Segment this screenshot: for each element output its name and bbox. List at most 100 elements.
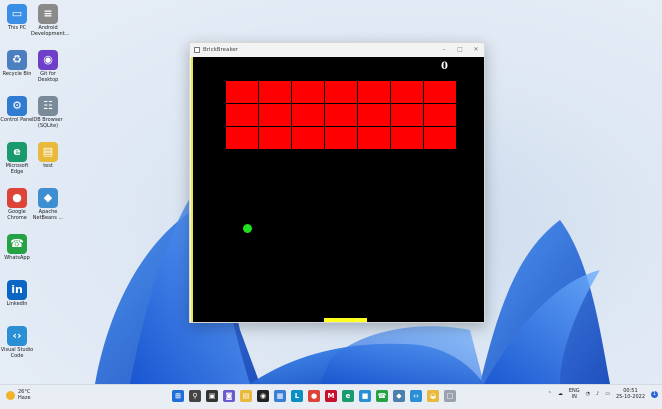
- desktop-icon-label: Apache NetBeans ...: [32, 209, 64, 221]
- taskbar: 26°C Haze ⊞ ⚲ ▣ ◙ ▤ ◉ ▦ L ● Me ■ ☎ ◆ ‹› ◒ □ ⌃ ☁ ENG IN …: [0, 384, 662, 409]
- taskbar-apps: ⊞ ⚲ ▣ ◙ ▤ ◉ ▦ L ● Me ■ ☎ ◆ ‹› ◒ □: [172, 390, 461, 402]
- desktop-icon-label: Control Panel: [0, 117, 34, 123]
- window-titlebar[interactable]: BrickBreaker – □ ✕: [190, 43, 484, 56]
- desktop-app-icon: ⚙: [7, 96, 27, 116]
- system-tray: ⌃ ☁ ENG IN ◔ ♪ ▭ 00:51 25-10-2022 1: [542, 388, 658, 401]
- desktop-icon[interactable]: in LinkedIn: [0, 280, 34, 308]
- desktop-icon-label: Git for Desktop: [37, 71, 59, 83]
- brick: [424, 81, 456, 103]
- desktop-icon[interactable]: ‹› Visual Studio Code: [0, 326, 34, 360]
- desktop-icon-label: Microsoft Edge: [5, 163, 29, 175]
- close-button[interactable]: ✕: [468, 46, 484, 53]
- brick: [259, 81, 291, 103]
- brick: [259, 104, 291, 126]
- brick: [292, 104, 324, 126]
- desktop-icon-label: Android Development...: [31, 25, 70, 37]
- weather-condition: Haze: [18, 395, 31, 401]
- search-icon[interactable]: ⚲: [189, 390, 201, 402]
- desktop-icon[interactable]: ◉ Git for Desktop: [31, 50, 65, 84]
- brick: [391, 104, 423, 126]
- wifi-icon[interactable]: ◔: [586, 391, 590, 397]
- desktop-app-icon: e: [7, 142, 27, 162]
- desktop-app-icon: ‹›: [7, 326, 27, 346]
- desktop-icon[interactable]: ≡ Android Development...: [31, 4, 70, 38]
- score-display: 0: [441, 61, 448, 72]
- desktop-icon-label: This PC: [7, 25, 27, 31]
- brick: [325, 81, 357, 103]
- language-indicator[interactable]: ENG IN: [569, 388, 580, 401]
- desktop-app-icon: ◆: [38, 188, 58, 208]
- desktop-icon-label: Recycle Bin: [2, 71, 32, 77]
- desktop-app-icon: ▭: [7, 4, 27, 24]
- desktop-app-icon: ☷: [38, 96, 58, 116]
- start-icon[interactable]: ⊞: [172, 390, 184, 402]
- volume-icon[interactable]: ♪: [596, 391, 599, 397]
- linkedin-icon[interactable]: L: [291, 390, 303, 402]
- chevron-up-icon[interactable]: ⌃: [548, 391, 552, 397]
- desktop-icon-label: DB Browser (SQLite): [33, 117, 63, 129]
- desktop-icon[interactable]: ● Google Chrome: [0, 188, 34, 222]
- clock-date: 25-10-2022: [615, 394, 645, 401]
- store-icon[interactable]: ▦: [274, 390, 286, 402]
- brick: [424, 127, 456, 149]
- desktop-icon[interactable]: ◆ Apache NetBeans ...: [31, 188, 65, 222]
- minimize-button[interactable]: –: [436, 46, 452, 53]
- github-icon[interactable]: ◉: [257, 390, 269, 402]
- desktop-icon-label: Google Chrome: [7, 209, 27, 221]
- python-icon[interactable]: ◒: [427, 390, 439, 402]
- desktop-icon[interactable]: ▭ This PC: [0, 4, 34, 32]
- desktop-app-icon: ◉: [38, 50, 58, 70]
- chat-icon[interactable]: ◙: [223, 390, 235, 402]
- desktop-icon[interactable]: ▤ test: [31, 142, 65, 170]
- desktop-app-icon: ♻: [7, 50, 27, 70]
- whatsapp-icon[interactable]: ☎: [376, 390, 388, 402]
- desktop-app-icon: ≡: [38, 4, 58, 24]
- brick: [226, 81, 258, 103]
- notification-badge[interactable]: 1: [651, 390, 658, 398]
- cloud-icon[interactable]: ☁: [558, 391, 563, 397]
- brick: [292, 81, 324, 103]
- desktop-icon-label: LinkedIn: [6, 301, 28, 307]
- brick: [325, 127, 357, 149]
- desktop-icon-label: WhatsApp: [4, 255, 30, 261]
- game-canvas[interactable]: 0: [191, 57, 484, 322]
- brick: [391, 127, 423, 149]
- desktop-icon[interactable]: ☷ DB Browser (SQLite): [31, 96, 65, 130]
- brick: [292, 127, 324, 149]
- desktop-icon-label: Visual Studio Code: [0, 347, 34, 359]
- file-explorer-icon[interactable]: ▤: [240, 390, 252, 402]
- desktop-icon[interactable]: ♻ Recycle Bin: [0, 50, 34, 78]
- maximize-button[interactable]: □: [452, 46, 468, 53]
- window-title: BrickBreaker: [203, 46, 239, 53]
- desktop-app-icon: ☎: [7, 234, 27, 254]
- brick: [358, 104, 390, 126]
- brick: [226, 104, 258, 126]
- vscode-icon[interactable]: ‹›: [410, 390, 422, 402]
- mcafee-icon[interactable]: M: [325, 390, 337, 402]
- brickbreaker-window[interactable]: BrickBreaker – □ ✕ 0: [189, 42, 485, 323]
- weather-widget[interactable]: 26°C Haze: [6, 389, 31, 401]
- paddle[interactable]: [324, 318, 367, 322]
- desktop-icon[interactable]: ☎ WhatsApp: [0, 234, 34, 262]
- clock[interactable]: 00:51 25-10-2022: [616, 388, 645, 401]
- brick: [391, 81, 423, 103]
- weather-sun-icon: [6, 390, 15, 400]
- task-view-icon[interactable]: ▣: [206, 390, 218, 402]
- desktop-icon[interactable]: e Microsoft Edge: [0, 142, 34, 176]
- blue-app-icon[interactable]: ■: [359, 390, 371, 402]
- app-window-icon: [194, 46, 200, 53]
- bluej-icon[interactable]: ◆: [393, 390, 405, 402]
- brick: [424, 104, 456, 126]
- desktop-icon-label: test: [43, 163, 53, 169]
- edge-icon[interactable]: e: [342, 390, 354, 402]
- chrome-icon[interactable]: ●: [308, 390, 320, 402]
- brick: [259, 127, 291, 149]
- battery-icon[interactable]: ▭: [605, 391, 610, 397]
- desktop-icon[interactable]: ⚙ Control Panel: [0, 96, 34, 124]
- brick: [325, 104, 357, 126]
- desktop-app-icon: ▤: [38, 142, 58, 162]
- brick: [226, 127, 258, 149]
- ball: [243, 224, 252, 233]
- brickbreaker-icon[interactable]: □: [444, 390, 456, 402]
- desktop-app-icon: in: [7, 280, 27, 300]
